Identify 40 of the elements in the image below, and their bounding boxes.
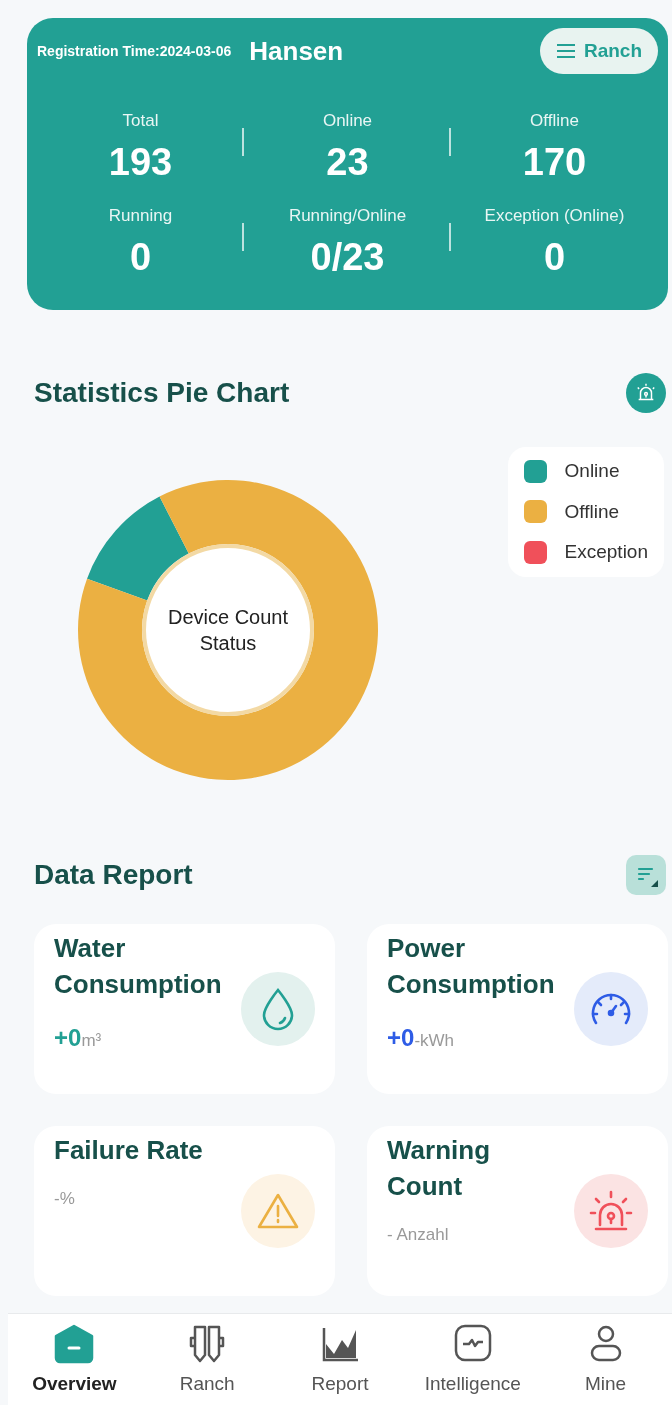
report-card[interactable]: Warning Count - Anzahl bbox=[367, 1126, 668, 1296]
registration-time: Registration Time:2024-03-06 bbox=[37, 41, 232, 61]
stat-label: Online bbox=[322, 110, 373, 132]
report-card[interactable]: Failure Rate -% bbox=[34, 1126, 335, 1296]
legend-label: Offline bbox=[564, 499, 620, 524]
legend-label: Exception bbox=[564, 540, 648, 564]
card-title: Failure Rate bbox=[54, 1134, 204, 1167]
report-icon[interactable] bbox=[626, 855, 666, 895]
section-title: Data Report bbox=[34, 858, 193, 892]
stat-value: 0 bbox=[129, 235, 152, 280]
card-value: - Anzahl bbox=[387, 1224, 450, 1246]
nav-tab[interactable]: Overview bbox=[8, 1314, 141, 1405]
nav-tab[interactable]: Report bbox=[273, 1314, 407, 1405]
stat-label: Offline bbox=[530, 110, 579, 132]
stat-value: 23 bbox=[326, 140, 369, 185]
card-title: Power Consumption bbox=[387, 932, 556, 1001]
section-title: Statistics Pie Chart bbox=[34, 376, 290, 410]
card-value: +0m³ bbox=[54, 1023, 103, 1053]
user-name: Hansen bbox=[249, 34, 344, 68]
stat-value: 0/23 bbox=[310, 235, 385, 280]
card-value: -% bbox=[54, 1188, 76, 1210]
stat-value: 193 bbox=[108, 140, 173, 185]
stat-value: 170 bbox=[522, 140, 587, 185]
stat-label: Exception (Online) bbox=[484, 205, 625, 227]
nav-tab[interactable]: Mine bbox=[539, 1314, 672, 1405]
card-title: Water Consumption bbox=[54, 932, 223, 1001]
menu-icon bbox=[555, 43, 576, 59]
legend-label: Online bbox=[564, 459, 620, 483]
report-card[interactable]: Water Consumption +0m³ bbox=[34, 924, 335, 1094]
alarm-icon[interactable] bbox=[626, 373, 666, 413]
report-card[interactable]: Power Consumption +0-kWh bbox=[367, 924, 668, 1094]
nav-tab[interactable]: Ranch bbox=[140, 1314, 274, 1405]
stat-label: Running/Online bbox=[288, 205, 407, 227]
stat-label: Total bbox=[122, 110, 159, 132]
card-title: Warning Count bbox=[387, 1134, 492, 1203]
stat-value: 0 bbox=[543, 235, 566, 280]
card-value: +0-kWh bbox=[387, 1023, 456, 1053]
nav-tab[interactable]: Intelligence bbox=[406, 1314, 540, 1405]
stat-label: Running bbox=[108, 205, 173, 227]
chart-center-label: Device Count Status bbox=[166, 605, 290, 656]
